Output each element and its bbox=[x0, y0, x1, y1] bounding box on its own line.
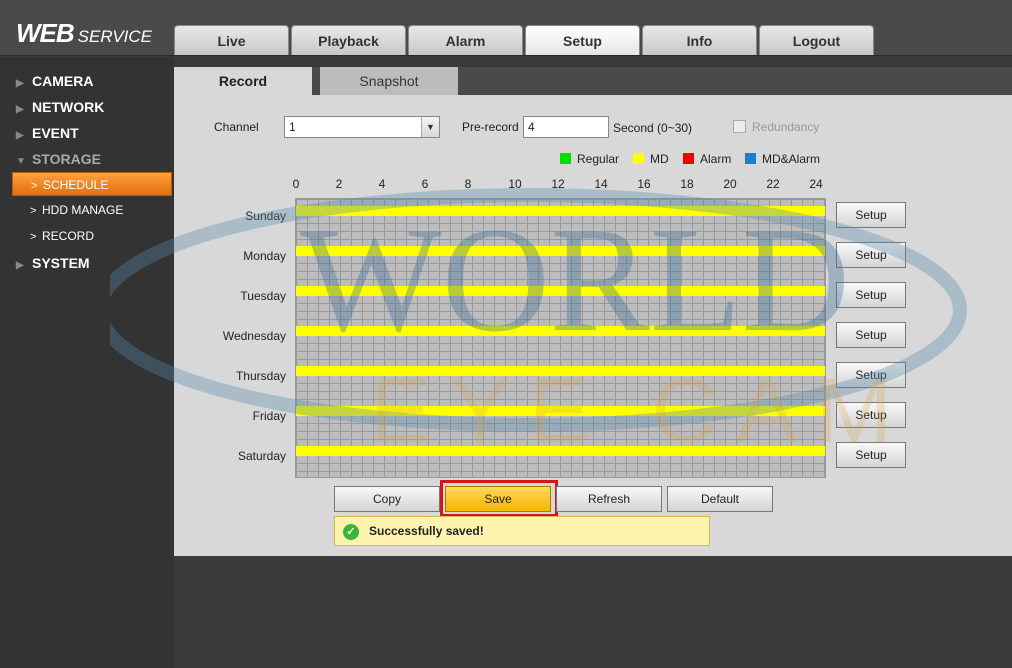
redundancy-checkbox[interactable] bbox=[733, 120, 746, 133]
app-logo: WEB SERVICE bbox=[16, 18, 152, 49]
logo-sub: SERVICE bbox=[77, 27, 152, 46]
sidebar-item-event[interactable]: ▶ EVENT bbox=[12, 121, 172, 145]
schedule-bar-wednesday[interactable] bbox=[296, 326, 825, 336]
hour-tick: 8 bbox=[464, 177, 472, 191]
prerecord-input[interactable]: 4 bbox=[523, 116, 609, 138]
sidebar-item-label: SYSTEM bbox=[32, 255, 90, 271]
schedule-bar-thursday[interactable] bbox=[296, 366, 825, 376]
setup-button-saturday[interactable]: Setup bbox=[836, 442, 906, 468]
schedule-bar-sunday[interactable] bbox=[296, 206, 825, 216]
sidebar-item-camera[interactable]: ▶ CAMERA bbox=[12, 69, 172, 93]
setup-button-friday[interactable]: Setup bbox=[836, 402, 906, 428]
refresh-button[interactable]: Refresh bbox=[556, 486, 662, 512]
legend-alarm-label: Alarm bbox=[700, 152, 732, 166]
day-label-thursday: Thursday bbox=[235, 369, 286, 383]
chevron-down-icon: ▼ bbox=[16, 156, 26, 167]
sidebar-item-storage[interactable]: ▼ STORAGE bbox=[12, 147, 172, 171]
hour-tick: 20 bbox=[723, 177, 737, 191]
tab-logout[interactable]: Logout bbox=[759, 25, 874, 55]
hour-tick: 12 bbox=[551, 177, 565, 191]
chevron-down-icon[interactable]: ▼ bbox=[421, 117, 439, 137]
day-label-monday: Monday bbox=[243, 249, 286, 263]
schedule-grid[interactable] bbox=[295, 198, 826, 478]
sidebar-item-schedule[interactable]: > SCHEDULE bbox=[12, 172, 172, 196]
sidebar-item-label: STORAGE bbox=[32, 151, 101, 167]
chevron-right-icon: > bbox=[30, 231, 37, 243]
tab-setup[interactable]: Setup bbox=[525, 25, 640, 55]
day-label-wednesday: Wednesday bbox=[222, 329, 286, 343]
hour-tick: 24 bbox=[809, 177, 823, 191]
hour-tick: 10 bbox=[508, 177, 522, 191]
redundancy-label: Redundancy bbox=[752, 120, 820, 134]
legend-swatch-md bbox=[633, 153, 644, 164]
logo-main: WEB bbox=[16, 18, 75, 48]
tab-live[interactable]: Live bbox=[174, 25, 289, 55]
sidebar-item-record[interactable]: > RECORD bbox=[12, 224, 172, 248]
setup-button-sunday[interactable]: Setup bbox=[836, 202, 906, 228]
default-button[interactable]: Default bbox=[667, 486, 773, 512]
sub-tabs: Record Snapshot bbox=[174, 67, 1012, 95]
hour-tick: 22 bbox=[766, 177, 780, 191]
channel-value: 1 bbox=[289, 120, 296, 134]
chevron-right-icon: ▶ bbox=[16, 130, 24, 141]
tab-record[interactable]: Record bbox=[174, 67, 312, 95]
chevron-right-icon: ▶ bbox=[16, 104, 24, 115]
legend-md-alarm-label: MD&Alarm bbox=[762, 152, 821, 166]
schedule-bar-saturday[interactable] bbox=[296, 446, 825, 456]
legend-md-label: MD bbox=[650, 152, 669, 166]
chevron-right-icon: ▶ bbox=[16, 78, 24, 89]
sidebar-item-label: HDD MANAGE bbox=[42, 203, 124, 217]
schedule-bar-friday[interactable] bbox=[296, 406, 825, 416]
hour-tick: 16 bbox=[637, 177, 651, 191]
app-header: WEB SERVICE Live Playback Alarm Setup Inf… bbox=[0, 0, 1012, 56]
channel-label: Channel bbox=[214, 120, 259, 134]
day-label-friday: Friday bbox=[252, 409, 286, 423]
chevron-right-icon: > bbox=[30, 205, 37, 217]
day-label-saturday: Saturday bbox=[237, 449, 286, 463]
hour-tick: 14 bbox=[594, 177, 608, 191]
tab-alarm[interactable]: Alarm bbox=[408, 25, 523, 55]
sidebar-item-label: EVENT bbox=[32, 125, 79, 141]
tab-info[interactable]: Info bbox=[642, 25, 757, 55]
success-message-text: Successfully saved! bbox=[369, 524, 484, 538]
hour-tick: 6 bbox=[421, 177, 429, 191]
schedule-bar-monday[interactable] bbox=[296, 246, 825, 256]
sidebar-item-label: RECORD bbox=[42, 229, 95, 243]
prerecord-label: Pre-record bbox=[462, 120, 519, 134]
day-label-sunday: Sunday bbox=[245, 209, 286, 223]
tab-playback[interactable]: Playback bbox=[291, 25, 406, 55]
setup-button-thursday[interactable]: Setup bbox=[836, 362, 906, 388]
sidebar-item-label: CAMERA bbox=[32, 73, 94, 89]
hour-tick: 2 bbox=[335, 177, 343, 191]
sidebar: ▶ CAMERA ▶ NETWORK ▶ EVENT ▼ STORAGE > SCHEDU… bbox=[0, 57, 174, 668]
chevron-right-icon: > bbox=[31, 180, 38, 192]
hour-tick: 4 bbox=[378, 177, 386, 191]
hour-tick: 18 bbox=[680, 177, 694, 191]
check-icon: ✓ bbox=[343, 524, 359, 540]
copy-button[interactable]: Copy bbox=[334, 486, 440, 512]
hour-tick: 0 bbox=[292, 177, 300, 191]
legend-swatch-md-alarm bbox=[745, 153, 756, 164]
save-button[interactable]: Save bbox=[445, 486, 551, 512]
sidebar-item-hdd-manage[interactable]: > HDD MANAGE bbox=[12, 198, 172, 222]
setup-button-tuesday[interactable]: Setup bbox=[836, 282, 906, 308]
sidebar-item-label: NETWORK bbox=[32, 99, 105, 115]
sidebar-item-label: SCHEDULE bbox=[43, 178, 109, 192]
schedule-panel: Record Snapshot Channel 1 ▼ Pre-record 4… bbox=[174, 67, 1012, 556]
legend-swatch-alarm bbox=[683, 153, 694, 164]
sidebar-item-network[interactable]: ▶ NETWORK bbox=[12, 95, 172, 119]
chevron-right-icon: ▶ bbox=[16, 260, 24, 271]
setup-button-wednesday[interactable]: Setup bbox=[836, 322, 906, 348]
tab-snapshot[interactable]: Snapshot bbox=[320, 67, 458, 95]
channel-select[interactable]: 1 ▼ bbox=[284, 116, 440, 138]
setup-button-monday[interactable]: Setup bbox=[836, 242, 906, 268]
legend-swatch-regular bbox=[560, 153, 571, 164]
schedule-bar-tuesday[interactable] bbox=[296, 286, 825, 296]
legend-regular-label: Regular bbox=[577, 152, 620, 166]
success-message: ✓ Successfully saved! bbox=[334, 516, 710, 546]
prerecord-unit: Second (0~30) bbox=[613, 121, 693, 135]
sidebar-item-system[interactable]: ▶ SYSTEM bbox=[12, 251, 172, 275]
day-label-tuesday: Tuesday bbox=[240, 289, 286, 303]
